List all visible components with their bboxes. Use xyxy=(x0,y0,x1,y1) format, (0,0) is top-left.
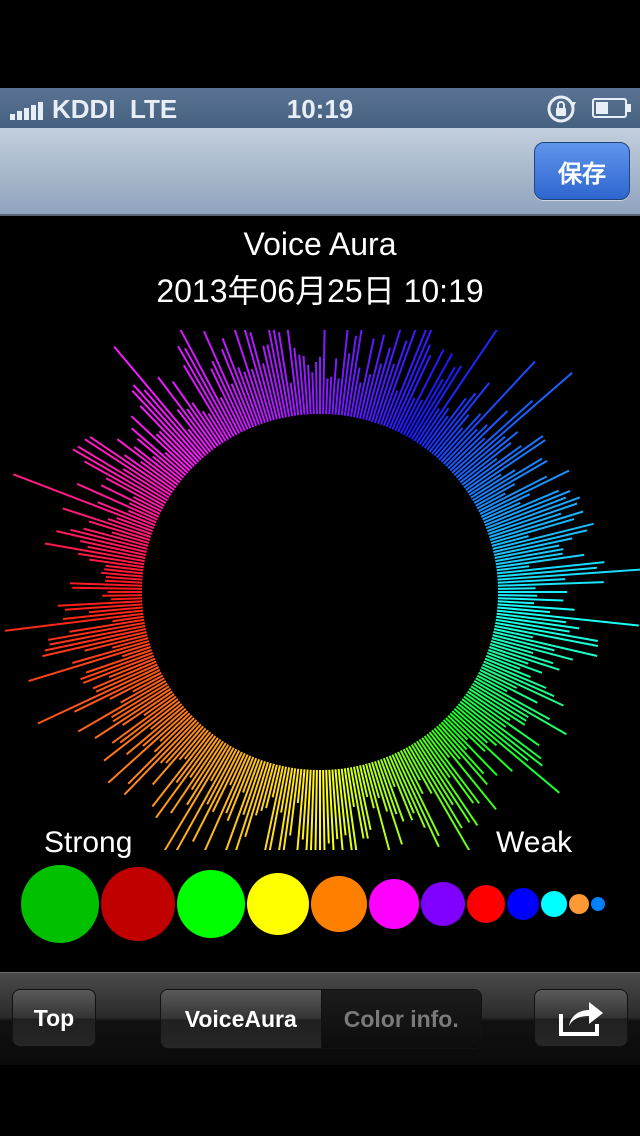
recording-datetime: 2013年06月25日 10:19 xyxy=(156,273,484,309)
voice-aura-visualization xyxy=(4,330,640,850)
color-strength-legend xyxy=(0,864,640,944)
legend-dot xyxy=(101,867,175,941)
aura-ray xyxy=(322,330,326,415)
rotation-lock-icon xyxy=(547,95,576,123)
aura-ray xyxy=(72,586,143,590)
battery-icon xyxy=(592,98,631,118)
aura-ray xyxy=(325,378,329,415)
aura-ray xyxy=(328,376,333,415)
view-segmented-control: VoiceAura Color info. xyxy=(160,989,482,1049)
aura-ray xyxy=(497,587,536,590)
legend-dot xyxy=(467,885,505,923)
aura-ray xyxy=(497,597,564,602)
aura-ray xyxy=(418,330,498,445)
aura-ray xyxy=(77,445,168,502)
legend-dot xyxy=(247,873,309,935)
legend-dot xyxy=(21,865,99,943)
aura-ray xyxy=(105,576,143,581)
legend-dot xyxy=(591,897,605,911)
aura-ray xyxy=(105,579,143,584)
aura-ray xyxy=(315,361,318,415)
aura-ray xyxy=(408,745,471,850)
legend-dot xyxy=(311,876,367,932)
save-button[interactable]: 保存 xyxy=(534,142,630,200)
legend-dot xyxy=(507,888,539,920)
aura-ray xyxy=(69,582,143,587)
aura-ray xyxy=(314,769,318,850)
bottom-toolbar: Top VoiceAura Color info. xyxy=(0,972,640,1065)
share-button[interactable] xyxy=(534,989,628,1047)
aura-ray xyxy=(497,600,535,605)
legend-dot xyxy=(541,891,567,917)
aura-ray xyxy=(322,769,326,850)
aura-ray xyxy=(309,769,315,850)
aura-ray xyxy=(4,612,144,632)
aura-ray xyxy=(473,680,567,736)
strong-label: Strong xyxy=(44,826,133,859)
aura-ray xyxy=(102,594,143,597)
weak-label: Weak xyxy=(496,826,573,859)
navigation-bar: 保存 xyxy=(0,128,640,216)
aura-ray xyxy=(497,594,538,597)
tab-color-info[interactable]: Color info. xyxy=(320,990,481,1048)
legend-dot xyxy=(177,870,245,938)
aura-ray xyxy=(311,372,315,415)
share-icon xyxy=(559,1002,603,1036)
aura-ray xyxy=(325,769,330,844)
aura-ray xyxy=(307,364,312,415)
legend-dot xyxy=(369,879,419,929)
aura-ray xyxy=(113,345,207,457)
aura-ray xyxy=(151,731,212,808)
aura-ray xyxy=(111,597,143,601)
tab-voiceaura[interactable]: VoiceAura xyxy=(161,990,321,1048)
page-title: Voice Aura xyxy=(243,226,397,262)
clock: 10:19 xyxy=(286,94,354,124)
legend-dot xyxy=(421,882,465,926)
top-button[interactable]: Top xyxy=(12,989,96,1047)
legend-dot xyxy=(569,894,589,914)
aura-ray xyxy=(493,537,573,556)
status-bar: KDDI LTE 10:19 xyxy=(0,88,640,128)
